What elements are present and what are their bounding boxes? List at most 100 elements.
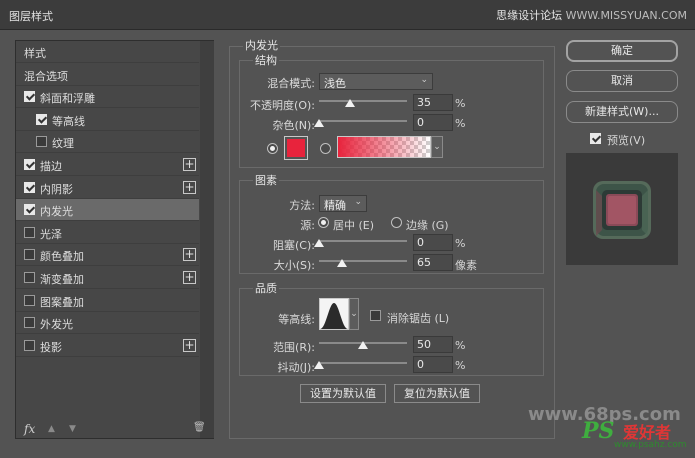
jitter-slider-track[interactable] [319, 362, 407, 364]
blend-mode-select[interactable]: 浅色 ⌄ [319, 73, 433, 90]
jitter-slider-thumb[interactable] [314, 361, 324, 369]
source-center-radio[interactable] [318, 217, 329, 228]
style-item-checkbox[interactable] [24, 204, 35, 216]
style-item-label: 颜色叠加 [40, 250, 84, 264]
style-list-scrollbar[interactable] [200, 41, 214, 438]
reset-default-button[interactable]: 复位为默认值 [394, 384, 480, 403]
contour-picker[interactable] [319, 298, 349, 330]
fx-button[interactable]: fx [24, 422, 35, 436]
style-item-checkbox[interactable] [24, 294, 35, 306]
blend-mode-label: 混合模式: [267, 77, 315, 90]
style-item-checkbox[interactable] [24, 91, 35, 103]
add-effect-plus-icon[interactable]: + [183, 180, 196, 194]
jitter-label: 抖动(J): [277, 361, 315, 374]
antialias-checkbox[interactable] [370, 310, 381, 321]
choke-label: 阻塞(C): [273, 239, 315, 252]
size-slider-thumb[interactable] [336, 259, 347, 267]
style-item-label: 纹理 [52, 137, 74, 151]
solid-color-radio[interactable] [267, 143, 278, 154]
style-item-checkbox[interactable] [36, 113, 47, 125]
noise-unit: % [455, 117, 466, 130]
preview-checkbox[interactable] [590, 133, 601, 144]
style-item-checkbox[interactable] [36, 136, 47, 148]
gradient-radio[interactable] [320, 143, 331, 154]
source-edge-radio[interactable] [391, 217, 402, 228]
opacity-slider-thumb[interactable] [344, 99, 355, 107]
glow-color-fill [287, 139, 305, 157]
style-item-checkbox[interactable] [24, 339, 35, 351]
choke-slider-track[interactable] [319, 240, 407, 242]
style-item-2[interactable]: 斜面和浮雕 [16, 86, 199, 109]
style-item-checkbox[interactable] [24, 249, 35, 261]
style-item-4[interactable]: 纹理 [16, 131, 199, 154]
new-style-button[interactable]: 新建样式(W)... [566, 101, 678, 123]
style-list-panel: 样式混合选项 斜面和浮雕 等高线纹理描边 + 内阴影 + 内发光光泽颜色叠加 + 渐变叠加 + 图案… [15, 40, 214, 439]
style-item-11[interactable]: 图案叠加 [16, 290, 199, 312]
source-center-label: 居中 (E) [333, 219, 375, 232]
trash-icon[interactable]: 🗑 [193, 422, 206, 433]
style-item-checkbox[interactable] [24, 159, 35, 170]
style-item-checkbox[interactable] [24, 317, 35, 329]
noise-label: 杂色(N): [272, 119, 315, 132]
style-item-0[interactable]: 样式 [16, 41, 199, 63]
style-item-label: 样式 [24, 47, 46, 60]
style-item-label: 投影 [40, 340, 62, 354]
watermark-url: WWW.MISSYUAN.COM [565, 9, 687, 22]
size-slider-track[interactable] [319, 260, 407, 262]
style-item-5[interactable]: 描边 + [16, 154, 199, 176]
add-effect-plus-icon[interactable]: + [183, 338, 196, 352]
range-unit: % [455, 339, 466, 352]
glow-color-swatch[interactable] [284, 136, 308, 160]
style-item-3[interactable]: 等高线 [16, 109, 199, 131]
style-item-10[interactable]: 渐变叠加 + [16, 267, 199, 289]
opacity-input[interactable]: 35 [413, 94, 453, 111]
style-item-8[interactable]: 光泽 [16, 222, 199, 244]
style-item-7[interactable]: 内发光 [16, 199, 199, 222]
range-slider-thumb[interactable] [358, 341, 368, 349]
range-input[interactable]: 50 [413, 336, 453, 353]
opacity-unit: % [455, 97, 466, 110]
noise-slider-track[interactable] [319, 120, 407, 122]
style-item-9[interactable]: 颜色叠加 + [16, 244, 199, 267]
add-effect-plus-icon[interactable]: + [183, 271, 196, 284]
watermark-cn: 思缘设计论坛 [496, 9, 563, 22]
style-item-6[interactable]: 内阴影 + [16, 177, 199, 199]
style-item-12[interactable]: 外发光 [16, 312, 199, 335]
jitter-input[interactable]: 0 [413, 356, 453, 373]
style-item-checkbox[interactable] [24, 181, 35, 193]
gradient-dropdown-chevron-icon[interactable]: ⌄ [431, 136, 443, 158]
opacity-label: 不透明度(O): [250, 99, 315, 112]
cancel-button[interactable]: 取消 [566, 70, 678, 92]
contour-dropdown-chevron-icon[interactable]: ⌄ [349, 298, 359, 330]
style-item-checkbox[interactable] [24, 272, 35, 283]
size-unit: 像素 [455, 259, 477, 272]
style-item-label: 内发光 [40, 205, 73, 219]
jitter-unit: % [455, 359, 466, 372]
quality-title: 品质 [253, 280, 279, 296]
source-edge-label: 边缘 (G) [406, 219, 449, 232]
choke-input[interactable]: 0 [413, 234, 453, 251]
style-preview [566, 153, 678, 265]
size-input[interactable]: 65 [413, 254, 453, 271]
style-item-checkbox[interactable] [24, 226, 35, 238]
noise-input[interactable]: 0 [413, 114, 453, 131]
style-item-label: 渐变叠加 [40, 273, 84, 286]
choke-unit: % [455, 237, 466, 250]
set-default-button[interactable]: 设置为默认值 [300, 384, 386, 403]
inner-glow-panel: 内发光 结构 混合模式: 浅色 ⌄ 不透明度(O): 35 % 杂色(N): 0… [229, 37, 555, 439]
add-effect-plus-icon[interactable]: + [183, 248, 196, 262]
title-bar: 图层样式 思缘设计论坛 WWW.MISSYUAN.COM [0, 0, 695, 30]
noise-slider-thumb[interactable] [314, 119, 324, 127]
ok-button[interactable]: 确定 [566, 40, 678, 62]
style-item-13[interactable]: 投影 + [16, 335, 199, 357]
choke-slider-thumb[interactable] [314, 239, 324, 247]
footer-watermark-ps-logo: PS [582, 418, 615, 444]
style-item-1[interactable]: 混合选项 [16, 64, 199, 86]
gradient-picker[interactable] [337, 136, 431, 158]
move-down-icon[interactable]: ▼ [69, 424, 76, 434]
blend-mode-value: 浅色 [324, 77, 346, 90]
move-up-icon[interactable]: ▲ [48, 424, 55, 434]
method-select[interactable]: 精确 ⌄ [319, 195, 367, 212]
opacity-slider-track[interactable] [319, 100, 407, 102]
add-effect-plus-icon[interactable]: + [183, 158, 196, 171]
